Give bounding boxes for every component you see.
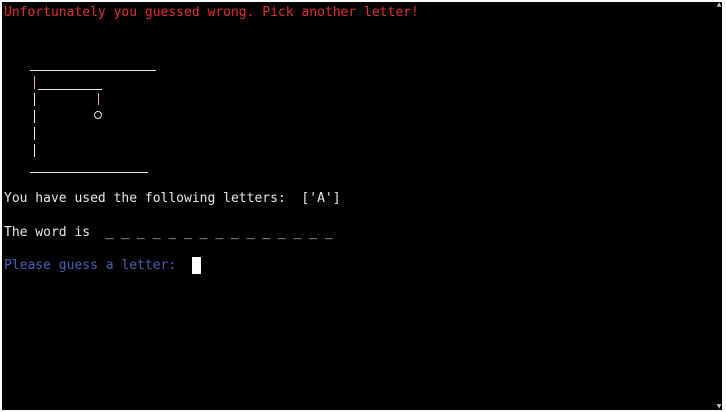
gallows-rope: [98, 93, 99, 105]
scroll-down-arrow-icon[interactable]: ▼: [716, 404, 722, 410]
gallows-pole-segment: [34, 110, 35, 123]
gallows-pole-segment: [34, 127, 35, 140]
scrollbar[interactable]: ▲ ▼: [716, 2, 722, 410]
gallows-inner-beam: [38, 89, 102, 90]
word-line: The word is _ _ _ _ _ _ _ _ _ _ _ _ _ _ …: [4, 224, 333, 241]
guess-prompt: Please guess a letter:: [4, 258, 177, 273]
gallows-pole-segment: [34, 93, 35, 106]
gallows-pole-segment: [34, 144, 35, 157]
gallows-pole-top: [34, 76, 35, 89]
gallows-top-beam: [30, 70, 156, 71]
scroll-up-arrow-icon[interactable]: ▲: [716, 2, 722, 8]
text-cursor[interactable]: [191, 257, 201, 274]
gallows-base: [30, 172, 148, 173]
used-letters-value: ['A']: [301, 191, 341, 206]
used-letters-line: You have used the following letters: ['A…: [4, 190, 341, 207]
prompt-line[interactable]: Please guess a letter:: [4, 257, 201, 274]
used-letters-label: You have used the following letters:: [4, 191, 286, 206]
hangman-drawing: [2, 2, 202, 192]
word-display: _ _ _ _ _ _ _ _ _ _ _ _ _ _ _: [105, 225, 333, 240]
hangman-head: [94, 111, 102, 119]
terminal-window[interactable]: Unfortunately you guessed wrong. Pick an…: [2, 2, 722, 410]
word-label: The word is: [4, 225, 91, 240]
